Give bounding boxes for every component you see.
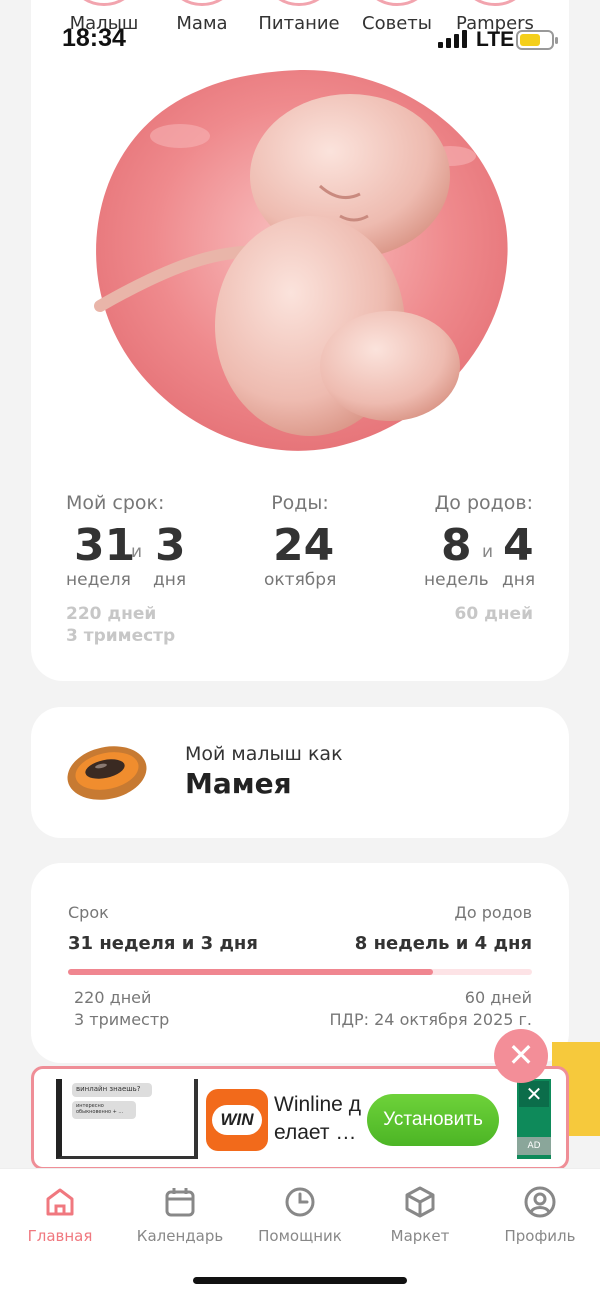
nav-label: Профиль <box>504 1227 576 1245</box>
nav-label: Календарь <box>136 1227 224 1245</box>
progress-trimester: 3 триместр <box>74 1010 170 1029</box>
baby-size-fruit: Мамея <box>185 767 292 800</box>
ad-thumb-text: винлайн знаешь? <box>72 1083 152 1097</box>
progress-days: 220 дней <box>74 988 152 1007</box>
due-date: ПДР: 24 октября 2025 г. <box>329 1010 532 1029</box>
birth-day: 24 <box>273 520 335 571</box>
ad-tag: AD <box>517 1137 551 1155</box>
birth-label: Роды: <box>271 492 329 514</box>
profile-icon <box>524 1186 556 1218</box>
ad-banner[interactable]: винлайн знаешь? интересно обыкновенно + … <box>31 1066 569 1170</box>
trimester: 3 триместр <box>66 626 176 646</box>
mamey-fruit-image <box>67 746 147 800</box>
weeks-value: 31 <box>74 520 136 571</box>
home-icon <box>46 1188 74 1216</box>
nav-profile[interactable]: Профиль <box>480 1185 600 1245</box>
ad-thumb-text: интересно обыкновенно + ... <box>72 1101 136 1119</box>
until-days-total: 60 дней <box>454 604 534 624</box>
progress-card: Срок До родов 31 неделя и 3 дня 8 недель… <box>31 863 569 1063</box>
status-bar: 18:34 LTE <box>0 0 600 70</box>
close-ad-button[interactable]: ✕ <box>494 1029 548 1083</box>
and-text: и <box>482 542 494 562</box>
calendar-icon <box>165 1188 195 1217</box>
signal-icon <box>438 30 467 48</box>
ad-thumbnail: винлайн знаешь? интересно обыкновенно + … <box>56 1079 198 1159</box>
battery-icon <box>516 30 558 50</box>
network-type: LTE <box>476 28 515 51</box>
days-total: 220 дней <box>66 604 157 624</box>
weeks-unit: неделя <box>66 570 131 590</box>
nav-label: Маркет <box>390 1227 450 1245</box>
box-icon <box>405 1186 435 1218</box>
until-value: 8 недель и 4 дня <box>354 933 532 954</box>
until-days-unit: дня <box>502 570 536 590</box>
until-weeks-value: 8 <box>441 520 472 571</box>
fetus-illustration <box>94 69 508 451</box>
progress-bar <box>68 969 532 975</box>
birth-month: октября <box>264 570 337 590</box>
nav-label: Главная <box>27 1227 93 1245</box>
status-time: 18:34 <box>62 24 126 52</box>
baby-size-subtitle: Мой малыш как <box>185 743 343 765</box>
install-button[interactable]: Установить <box>367 1094 499 1146</box>
term-label: Срок <box>68 903 109 922</box>
progress-bar-fill <box>68 969 433 975</box>
nav-calendar[interactable]: Календарь <box>120 1185 240 1245</box>
until-days-value: 4 <box>503 520 534 571</box>
term-value: 31 неделя и 3 дня <box>68 933 258 954</box>
winline-logo: WIN <box>206 1089 268 1151</box>
until-birth-label: До родов: <box>434 492 533 514</box>
clock-icon <box>285 1187 315 1217</box>
nav-home[interactable]: Главная <box>0 1185 120 1245</box>
nav-assistant[interactable]: Помощник <box>240 1185 360 1245</box>
days-unit: дня <box>153 570 187 590</box>
home-indicator <box>193 1277 407 1284</box>
and-text: и <box>131 542 143 562</box>
baby-size-card[interactable]: Мой малыш как Мамея <box>31 707 569 838</box>
days-value: 3 <box>155 520 186 571</box>
until-weeks-unit: недель <box>424 570 489 590</box>
until-label: До родов <box>454 903 532 922</box>
my-term-label: Мой срок: <box>66 492 165 514</box>
ad-dismiss-icon[interactable]: ✕ <box>519 1081 549 1107</box>
close-icon: ✕ <box>507 1036 535 1074</box>
logo-text: WIN <box>212 1105 262 1135</box>
nav-label: Помощник <box>258 1227 342 1245</box>
progress-days-left: 60 дней <box>464 988 532 1007</box>
nav-market[interactable]: Маркет <box>360 1185 480 1245</box>
